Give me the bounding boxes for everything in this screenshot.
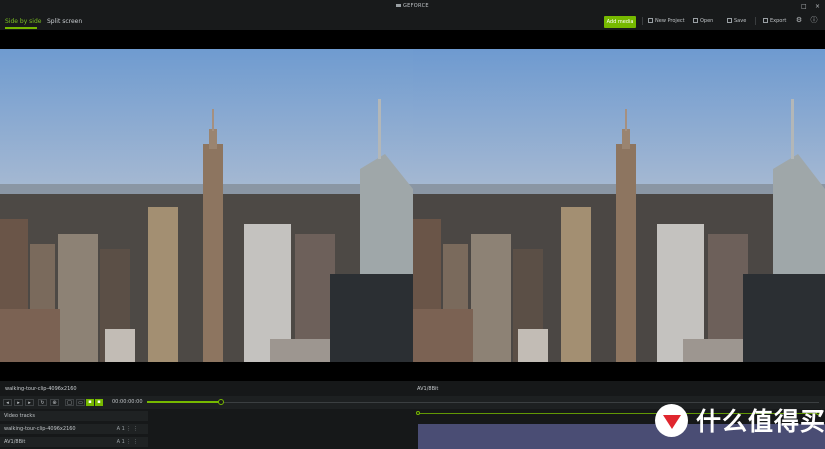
info-icon[interactable]: ⓘ — [810, 16, 818, 24]
range-start-marker[interactable] — [416, 411, 420, 415]
track-label: AV1/8Bit — [4, 439, 26, 445]
track-controls[interactable]: A 1 ⋮ ⋮ — [117, 424, 138, 434]
mark-button[interactable]: ▭ — [76, 399, 85, 406]
export-button[interactable]: Export — [763, 18, 786, 24]
city-skyline-image-left — [0, 49, 413, 362]
left-clip-label: walking-tour-clip-4096x2160 — [5, 386, 77, 392]
track-label: Video tracks — [4, 413, 35, 419]
active-tab-indicator — [5, 27, 37, 29]
close-button[interactable]: × — [815, 3, 820, 10]
scrub-progress — [147, 401, 221, 403]
save-icon — [727, 18, 732, 23]
settings-icon[interactable]: ⚙ — [795, 16, 803, 24]
playhead-handle[interactable] — [218, 399, 224, 405]
maximize-button[interactable]: □ — [801, 3, 807, 10]
city-skyline-image-right — [413, 49, 825, 362]
tab-side-by-side[interactable]: Side by side — [5, 18, 41, 25]
top-bar: GEFORCE □ × Side by side Split screen Ad… — [0, 0, 825, 30]
right-clip-label: AV1/8Bit — [417, 386, 439, 392]
right-preview[interactable] — [413, 49, 825, 362]
open-label: Open — [700, 18, 714, 24]
loop-button[interactable]: ↻ — [38, 399, 47, 406]
new-project-icon — [648, 18, 653, 23]
add-media-button[interactable]: Add media — [604, 16, 636, 28]
export-icon — [763, 18, 768, 23]
play-button[interactable]: ▸ — [14, 399, 23, 406]
divider — [642, 17, 643, 25]
new-project-label: New Project — [655, 18, 685, 24]
divider — [755, 17, 756, 25]
new-project-button[interactable]: New Project — [648, 18, 685, 24]
watermark: 什么值得买 — [655, 403, 825, 437]
step-forward-button[interactable]: ▸ — [25, 399, 34, 406]
folder-icon — [693, 18, 698, 23]
save-label: Save — [734, 18, 747, 24]
export-label: Export — [770, 18, 787, 24]
view-mode-button-2[interactable]: ▪ — [95, 399, 103, 406]
fit-button[interactable]: □ — [65, 399, 74, 406]
smzdm-logo-icon — [655, 403, 688, 437]
track-label: walking-tour-clip-4096x2160 — [4, 426, 76, 432]
track-header-video[interactable]: Video tracks — [0, 411, 148, 421]
comparison-viewer — [0, 49, 825, 362]
save-button[interactable]: Save — [727, 18, 746, 24]
track-controls[interactable]: A 1 ⋮ ⋮ — [117, 437, 138, 447]
brand-text: GEFORCE — [403, 3, 429, 9]
track-header-clip-1[interactable]: walking-tour-clip-4096x2160 A 1 ⋮ ⋮ — [0, 424, 148, 434]
view-mode-button-1[interactable]: ▪ — [86, 399, 94, 406]
watermark-text: 什么值得买 — [696, 407, 825, 436]
timecode: 00:00:00:00 — [112, 399, 143, 405]
nvidia-logo-icon — [396, 4, 401, 7]
zoom-button[interactable]: ⊕ — [50, 399, 59, 406]
tab-split-screen[interactable]: Split screen — [47, 18, 82, 25]
track-header-clip-2[interactable]: AV1/8Bit A 1 ⋮ ⋮ — [0, 437, 148, 447]
step-back-button[interactable]: ◂ — [3, 399, 12, 406]
left-preview[interactable] — [0, 49, 413, 362]
open-button[interactable]: Open — [693, 18, 713, 24]
app-brand: GEFORCE — [396, 3, 429, 9]
